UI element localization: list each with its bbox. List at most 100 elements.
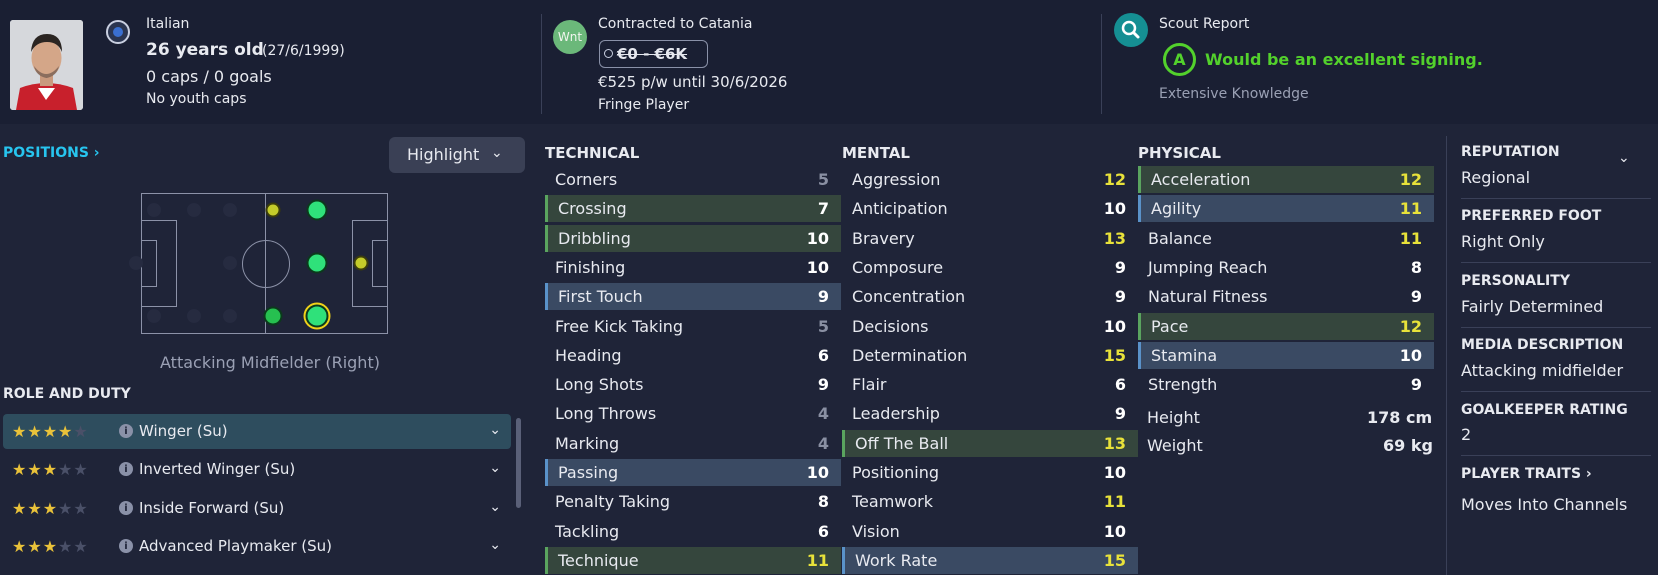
attribute-value: 6 bbox=[817, 345, 829, 365]
attribute-row[interactable]: Balance 11 bbox=[1138, 225, 1434, 252]
attribute-value: 4 bbox=[817, 404, 829, 424]
attribute-row[interactable]: Determination 15 bbox=[842, 342, 1138, 369]
media-description-label: MEDIA DESCRIPTION bbox=[1461, 337, 1624, 353]
attribute-row[interactable]: Strength 9 bbox=[1138, 371, 1434, 398]
panel-divider bbox=[1446, 136, 1447, 575]
chevron-down-icon[interactable]: ⌄ bbox=[489, 499, 501, 515]
attribute-value: 15 bbox=[1103, 345, 1126, 365]
attribute-row[interactable]: Vision 10 bbox=[842, 518, 1138, 545]
attribute-row[interactable]: Penalty Taking 8 bbox=[545, 488, 841, 515]
goalkeeper-rating-value: 2 bbox=[1461, 425, 1472, 444]
header-divider bbox=[1101, 14, 1102, 114]
attribute-row[interactable]: Heading 6 bbox=[545, 342, 841, 369]
attribute-row[interactable]: Decisions 10 bbox=[842, 313, 1138, 340]
attribute-row[interactable]: Long Throws 4 bbox=[545, 400, 841, 427]
selected-position: Attacking Midfielder (Right) bbox=[160, 353, 380, 372]
role-row[interactable]: ★★★★★ i Inverted Winger (Su) ⌄ bbox=[3, 452, 511, 487]
info-icon[interactable]: i bbox=[119, 539, 133, 553]
attribute-row[interactable]: Passing 10 bbox=[545, 459, 841, 486]
attribute-row[interactable]: Positioning 10 bbox=[842, 459, 1138, 486]
roles-scrollbar[interactable] bbox=[516, 418, 521, 508]
scout-search-icon[interactable] bbox=[1114, 13, 1148, 47]
attribute-name: Leadership bbox=[852, 404, 940, 424]
reputation-value: Regional bbox=[1461, 168, 1531, 187]
position-marker bbox=[129, 256, 143, 270]
attribute-name: Tackling bbox=[555, 521, 620, 541]
attribute-value: 9 bbox=[817, 287, 829, 307]
goalkeeper-rating-label: GOALKEEPER RATING bbox=[1461, 402, 1628, 418]
attribute-row[interactable]: Long Shots 9 bbox=[545, 371, 841, 398]
position-marker bbox=[223, 203, 237, 217]
attribute-name: Work Rate bbox=[855, 550, 938, 570]
attribute-row[interactable]: Natural Fitness 9 bbox=[1138, 283, 1434, 310]
attribute-row[interactable]: Aggression 12 bbox=[842, 166, 1138, 193]
attribute-row[interactable]: Free Kick Taking 5 bbox=[545, 313, 841, 340]
info-icon[interactable]: i bbox=[119, 424, 133, 438]
attribute-row[interactable]: Corners 5 bbox=[545, 166, 841, 193]
role-row[interactable]: ★★★★★ i Inside Forward (Su) ⌄ bbox=[3, 491, 511, 526]
attribute-row[interactable]: Off The Ball 13 bbox=[842, 429, 1138, 457]
attribute-row[interactable]: Work Rate 15 bbox=[842, 546, 1138, 574]
player-traits-link[interactable]: PLAYER TRAITS › bbox=[1461, 466, 1592, 482]
role-row[interactable]: ★★★★★ i Winger (Su) ⌄ bbox=[3, 414, 511, 449]
caps-goals: 0 caps / 0 goals bbox=[146, 67, 272, 86]
attribute-value: 9 bbox=[1410, 375, 1422, 395]
role-row[interactable]: ★★★★★ i Advanced Playmaker (Su) ⌄ bbox=[3, 529, 511, 564]
scout-report-title[interactable]: Scout Report bbox=[1159, 16, 1249, 32]
attribute-name: Positioning bbox=[852, 463, 940, 482]
attribute-row[interactable]: Bravery 13 bbox=[842, 225, 1138, 252]
profile-separator bbox=[1461, 391, 1651, 392]
attribute-row[interactable]: Concentration 9 bbox=[842, 283, 1138, 310]
attribute-row[interactable]: Stamina 10 bbox=[1138, 341, 1434, 369]
attribute-row[interactable]: Tackling 6 bbox=[545, 518, 841, 545]
attribute-name: Long Shots bbox=[555, 375, 644, 395]
wage-range: €0 - €6K bbox=[617, 45, 688, 63]
attribute-row[interactable]: Composure 9 bbox=[842, 254, 1138, 281]
youth-caps: No youth caps bbox=[146, 91, 247, 107]
attribute-value: 10 bbox=[806, 463, 829, 482]
position-right-midfielder bbox=[263, 306, 283, 326]
age: 26 years old bbox=[146, 40, 264, 60]
positions-link[interactable]: POSITIONS › bbox=[3, 145, 100, 161]
attribute-row[interactable]: Acceleration 12 bbox=[1138, 166, 1434, 193]
attribute-name: Decisions bbox=[852, 316, 929, 336]
attribute-row[interactable]: Technique 11 bbox=[545, 546, 841, 574]
attribute-row[interactable]: Jumping Reach 8 bbox=[1138, 254, 1434, 281]
center-circle bbox=[242, 240, 290, 288]
attribute-name: Acceleration bbox=[1151, 170, 1251, 189]
attribute-name: Marking bbox=[555, 433, 620, 453]
attribute-name: Concentration bbox=[852, 287, 966, 307]
personality-value: Fairly Determined bbox=[1461, 297, 1604, 316]
info-icon[interactable]: i bbox=[119, 462, 133, 476]
chevron-down-icon[interactable]: ⌄ bbox=[489, 460, 501, 476]
attribute-name: Natural Fitness bbox=[1148, 287, 1268, 307]
wage-range-pill: €0 - €6K bbox=[599, 40, 708, 68]
attribute-row[interactable]: Leadership 9 bbox=[842, 400, 1138, 427]
profile-separator bbox=[1461, 262, 1651, 263]
attribute-row[interactable]: Marking 4 bbox=[545, 430, 841, 457]
attribute-row[interactable]: Dribbling 10 bbox=[545, 224, 841, 252]
info-icon[interactable]: i bbox=[119, 501, 133, 515]
attribute-row[interactable]: First Touch 9 bbox=[545, 283, 841, 311]
attribute-row[interactable]: Flair 6 bbox=[842, 371, 1138, 398]
attribute-row[interactable]: Pace 12 bbox=[1138, 312, 1434, 340]
highlight-dropdown[interactable]: Highlight ⌄ bbox=[389, 137, 525, 173]
position-attacking-midfielder-right[interactable] bbox=[305, 304, 329, 328]
attribute-row[interactable]: Crossing 7 bbox=[545, 195, 841, 223]
attribute-value: 10 bbox=[1103, 199, 1126, 219]
chevron-down-icon[interactable]: ⌄ bbox=[489, 422, 501, 438]
attribute-row[interactable]: Finishing 10 bbox=[545, 254, 841, 281]
height-label: Height bbox=[1147, 408, 1200, 427]
chevron-down-icon[interactable]: ⌄ bbox=[1618, 150, 1630, 166]
position-left-midfielder bbox=[265, 202, 281, 218]
attribute-row[interactable]: Agility 11 bbox=[1138, 195, 1434, 223]
preferred-foot-label: PREFERRED FOOT bbox=[1461, 208, 1602, 224]
italy-flag-icon bbox=[106, 20, 130, 44]
chevron-down-icon: ⌄ bbox=[491, 145, 503, 161]
attribute-row[interactable]: Teamwork 11 bbox=[842, 488, 1138, 515]
chevron-down-icon[interactable]: ⌄ bbox=[489, 537, 501, 553]
role-name: Inside Forward (Su) bbox=[139, 499, 285, 517]
attribute-row[interactable]: Anticipation 10 bbox=[842, 195, 1138, 222]
attribute-value: 8 bbox=[1410, 257, 1422, 277]
attribute-value: 8 bbox=[817, 492, 829, 512]
